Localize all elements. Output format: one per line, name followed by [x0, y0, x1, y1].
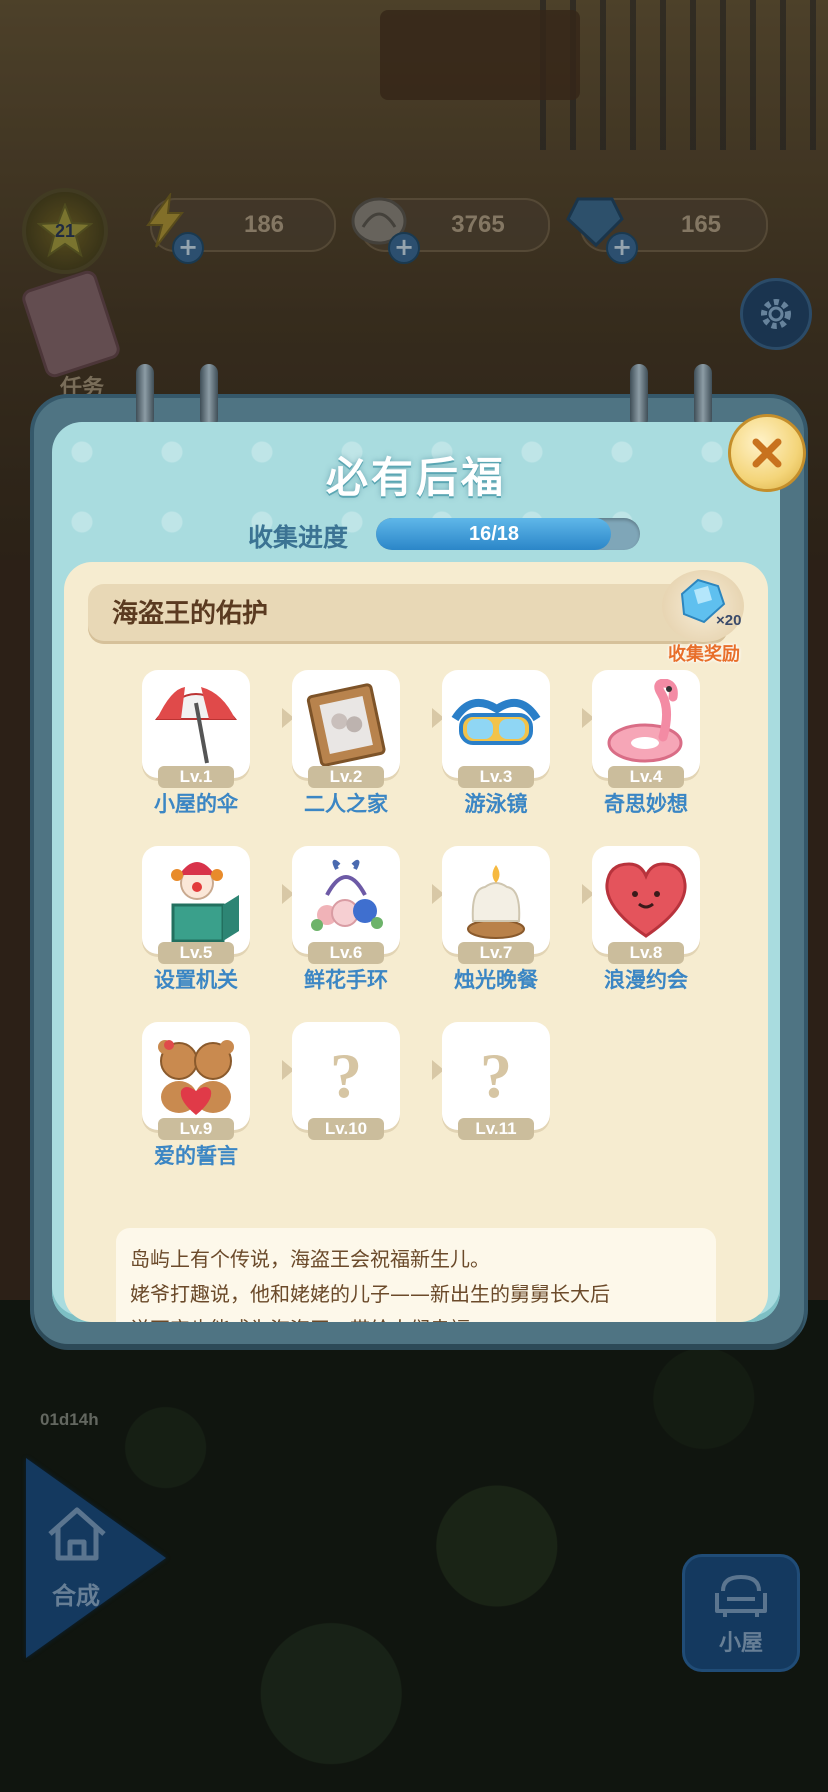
- beach-umbrella-icon: [154, 687, 238, 764]
- item-card: [592, 670, 700, 778]
- collection-section-banner: 海盗王的佑护: [88, 584, 728, 644]
- binder-ring: [136, 364, 154, 428]
- jack-in-the-box-icon: [171, 862, 239, 943]
- collection-item-lv7[interactable]: Lv.7 烛光晚餐: [428, 846, 578, 996]
- swim-goggles-icon: [451, 698, 541, 745]
- item-name: 奇思妙想: [604, 792, 688, 816]
- close-icon: [752, 438, 782, 468]
- item-level: Lv.11: [458, 1118, 534, 1140]
- collection-description: 岛屿上有个传说，海盗王会祝福新生儿。 姥爷打趣说，他和姥姥的儿子——新出生的舅舅…: [116, 1228, 716, 1322]
- candle-icon: [467, 865, 525, 939]
- collection-item-lv1[interactable]: Lv.1 小屋的伞: [128, 670, 278, 820]
- item-name: 浪漫约会: [604, 968, 688, 992]
- flower-bracelet-icon: [311, 859, 383, 931]
- photo-frame-icon: [306, 683, 386, 766]
- collection-item-lv9[interactable]: Lv.9 爱的誓言: [128, 1022, 278, 1172]
- item-card: [142, 846, 250, 954]
- collection-progress-bar: 16/18: [376, 518, 640, 550]
- item-name: 鲜花手环: [304, 968, 388, 992]
- item-card: ?: [442, 1022, 550, 1130]
- collection-item-lv10-locked[interactable]: ? Lv.10: [278, 1022, 428, 1172]
- collection-content-panel: 海盗王的佑护 ×20 收集奖励 Lv.1 小屋的伞 Lv.2 二人之家 Lv.3…: [64, 562, 768, 1322]
- item-card: [442, 846, 550, 954]
- reward-label: 收集奖励: [668, 644, 740, 665]
- collection-item-lv3[interactable]: Lv.3 游泳镜: [428, 670, 578, 820]
- item-card: ?: [292, 1022, 400, 1130]
- description-line: 姥爷打趣说，他和姥姥的儿子——新出生的舅舅长大后: [130, 1282, 610, 1306]
- section-title: 海盗王的佑护: [112, 599, 269, 629]
- item-level: Lv.3: [458, 766, 534, 788]
- item-name: 二人之家: [304, 792, 388, 816]
- item-name: 爱的誓言: [154, 1144, 238, 1168]
- item-level: Lv.6: [308, 942, 384, 964]
- collection-dialog: 必有后福 收集进度 16/18 海盗王的佑护 ×20 收集奖励 Lv.1 小屋的…: [52, 422, 780, 1322]
- progress-label: 收集进度: [248, 523, 349, 552]
- binder-ring: [694, 364, 712, 428]
- collection-item-lv4[interactable]: Lv.4 奇思妙想: [578, 670, 728, 820]
- flamingo-float-icon: [607, 679, 683, 763]
- collection-item-lv11-locked[interactable]: ? Lv.11: [428, 1022, 578, 1172]
- item-card: [142, 670, 250, 778]
- item-level: Lv.4: [608, 766, 684, 788]
- item-level: Lv.5: [158, 942, 234, 964]
- item-level: Lv.2: [308, 766, 384, 788]
- collection-item-lv8[interactable]: Lv.8 浪漫约会: [578, 846, 728, 996]
- item-card: [442, 670, 550, 778]
- progress-text: 16/18: [468, 523, 520, 545]
- heart-pillow-icon: [605, 862, 687, 938]
- item-level: Lv.7: [458, 942, 534, 964]
- reward-multiplier: ×20: [716, 612, 742, 629]
- item-level: Lv.9: [158, 1118, 234, 1140]
- item-name: 游泳镜: [464, 792, 528, 816]
- description-line: 岛屿上有个传说，海盗王会祝福新生儿。: [130, 1247, 490, 1271]
- item-card: [292, 846, 400, 954]
- collection-item-lv5[interactable]: Lv.5 设置机关: [128, 846, 278, 996]
- question-mark-icon: ?: [480, 1040, 512, 1111]
- question-mark-icon: ?: [330, 1040, 362, 1111]
- collection-item-lv2[interactable]: Lv.2 二人之家: [278, 670, 428, 820]
- description-line: 说不定也能成为海盗王，带给人们幸福。: [130, 1312, 702, 1322]
- item-card: [142, 1022, 250, 1130]
- collection-reward[interactable]: ×20 收集奖励: [656, 570, 748, 665]
- dialog-title: 必有后福: [325, 453, 506, 502]
- item-level: Lv.8: [608, 942, 684, 964]
- close-button[interactable]: [728, 414, 806, 492]
- collection-item-lv6[interactable]: Lv.6 鲜花手环: [278, 846, 428, 996]
- item-name: 烛光晚餐: [454, 968, 538, 992]
- item-card: [292, 670, 400, 778]
- binder-ring: [200, 364, 218, 428]
- binder-ring: [630, 364, 648, 428]
- item-level: Lv.10: [308, 1118, 384, 1140]
- teddy-bears-icon: [158, 1040, 234, 1115]
- item-level: Lv.1: [158, 766, 234, 788]
- item-name: 小屋的伞: [154, 792, 238, 816]
- item-name: 设置机关: [154, 968, 238, 992]
- item-card: [592, 846, 700, 954]
